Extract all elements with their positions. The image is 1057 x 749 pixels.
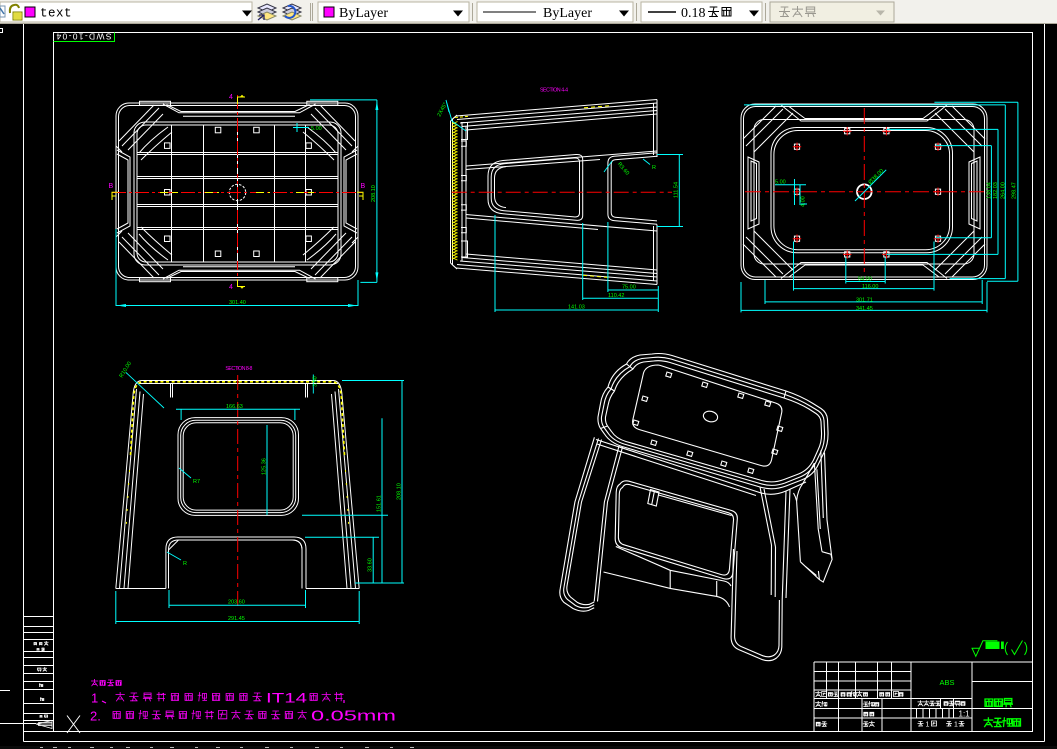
svg-text:text: text: [40, 7, 72, 21]
svg-text:0.18: 0.18: [681, 6, 706, 21]
svg-text:111.54: 111.54: [674, 182, 680, 198]
svg-text:298.47: 298.47: [1012, 182, 1018, 199]
svg-text:ABS: ABS: [940, 678, 955, 687]
svg-text:301.40: 301.40: [229, 300, 246, 306]
svg-text:R: R: [652, 165, 656, 171]
svg-text:1:1: 1:1: [959, 710, 971, 719]
svg-text:1: 1: [954, 722, 958, 729]
svg-text:B: B: [109, 183, 114, 190]
svg-text:0.05mm: 0.05mm: [311, 708, 396, 725]
svg-text:291.45: 291.45: [228, 616, 245, 622]
svg-text:33.60: 33.60: [368, 558, 374, 572]
svg-text:4.00: 4.00: [801, 196, 807, 207]
svg-text:125.36: 125.36: [262, 458, 268, 475]
svg-text:264.00: 264.00: [1001, 182, 1007, 199]
svg-text:ByLayer: ByLayer: [543, 6, 592, 21]
svg-text:B: B: [361, 183, 366, 190]
svg-text:116.00: 116.00: [862, 284, 878, 290]
svg-text:4: 4: [229, 94, 233, 101]
svg-text:SECTION 4-4: SECTION 4-4: [540, 88, 568, 94]
svg-text:SWD-10-04: SWD-10-04: [56, 32, 111, 42]
svg-text:5.00: 5.00: [311, 126, 322, 132]
svg-text:IT14: IT14: [266, 691, 308, 706]
svg-text:SECTION 8-8: SECTION 8-8: [225, 366, 252, 372]
svg-text:2.: 2.: [90, 709, 101, 724]
svg-text:1: 1: [91, 691, 98, 706]
svg-text:54.00: 54.00: [858, 277, 872, 283]
svg-text:341.45: 341.45: [856, 306, 873, 312]
svg-text:166.63: 166.63: [226, 404, 243, 410]
svg-text:138.04: 138.04: [987, 182, 993, 199]
svg-text:5.00: 5.00: [775, 179, 786, 185]
svg-text:208.10: 208.10: [371, 185, 377, 202]
svg-text:75.00: 75.00: [622, 285, 636, 291]
svg-text:182.03: 182.03: [993, 182, 999, 199]
svg-text:4: 4: [229, 284, 233, 291]
svg-text:301.71: 301.71: [856, 297, 873, 303]
svg-text:141.03: 141.03: [568, 305, 585, 311]
svg-text:110.42: 110.42: [608, 293, 624, 299]
svg-text:ByLayer: ByLayer: [339, 6, 388, 21]
svg-text:R7: R7: [193, 479, 200, 485]
svg-text:R: R: [183, 561, 187, 567]
svg-text:203.60: 203.60: [228, 600, 245, 606]
svg-text:208.10: 208.10: [397, 483, 403, 500]
svg-text:1: 1: [926, 722, 930, 729]
svg-text:151.61: 151.61: [377, 495, 383, 512]
svg-text:3.60: 3.60: [313, 376, 319, 387]
